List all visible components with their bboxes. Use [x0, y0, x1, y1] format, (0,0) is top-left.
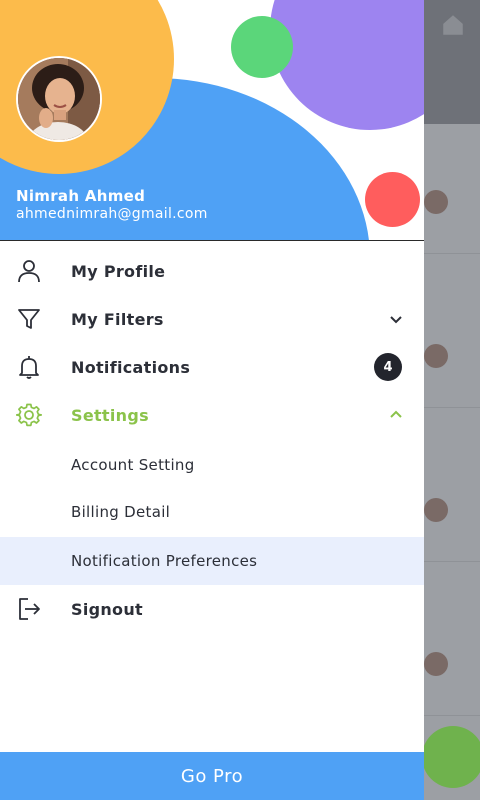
user-icon — [18, 260, 40, 283]
gear-icon — [16, 403, 42, 427]
background-list-row — [424, 586, 480, 716]
menu-item-settings[interactable]: Settings — [0, 391, 424, 439]
menu-item-label: My Filters — [71, 309, 164, 329]
bell-icon — [19, 356, 39, 379]
chevron-up-icon[interactable] — [388, 407, 404, 423]
menu-item-signout[interactable]: Signout — [0, 585, 424, 633]
background-avatar — [424, 652, 448, 676]
submenu-item-label: Billing Detail — [71, 502, 171, 521]
drawer-menu: My Profile My Filters Notifications 4 Se… — [0, 241, 424, 633]
notification-count-badge: 4 — [374, 353, 402, 381]
background-list-row — [424, 124, 480, 254]
user-avatar-photo-icon — [18, 58, 100, 140]
user-email: ahmednimrah@gmail.com — [16, 206, 208, 222]
menu-item-notifications[interactable]: Notifications 4 — [0, 343, 424, 391]
menu-item-label: Signout — [71, 599, 143, 619]
menu-item-label: Settings — [71, 405, 149, 425]
menu-item-label: My Profile — [71, 261, 166, 281]
navigation-drawer: Nimrah Ahmed ahmednimrah@gmail.com My Pr… — [0, 0, 424, 800]
submenu-item-notification-preferences[interactable]: Notification Preferences — [0, 537, 424, 585]
decor-purple-circle — [270, 0, 424, 130]
menu-item-my-filters[interactable]: My Filters — [0, 295, 424, 343]
background-avatar — [424, 190, 448, 214]
menu-item-label: Notifications — [71, 357, 191, 377]
chevron-down-icon[interactable] — [388, 311, 404, 327]
user-name: Nimrah Ahmed — [16, 187, 146, 205]
background-avatar — [424, 344, 448, 368]
decor-red-circle — [365, 172, 420, 227]
submenu-item-billing-detail[interactable]: Billing Detail — [0, 488, 424, 535]
home-icon — [443, 15, 463, 35]
drawer-header: Nimrah Ahmed ahmednimrah@gmail.com — [0, 0, 424, 241]
submenu-item-label: Notification Preferences — [71, 552, 258, 570]
avatar[interactable] — [16, 56, 102, 142]
decor-green-circle — [231, 16, 293, 78]
submenu-item-account-setting[interactable]: Account Setting — [0, 441, 424, 488]
background-list-row — [424, 278, 480, 408]
background-avatar — [424, 498, 448, 522]
submenu-item-label: Account Setting — [71, 455, 195, 474]
background-list-row — [424, 432, 480, 562]
logout-icon — [19, 598, 40, 620]
filter-icon — [18, 309, 40, 329]
menu-item-my-profile[interactable]: My Profile — [0, 247, 424, 295]
go-pro-button[interactable]: Go Pro — [0, 752, 424, 800]
background-fab-button — [422, 726, 480, 788]
